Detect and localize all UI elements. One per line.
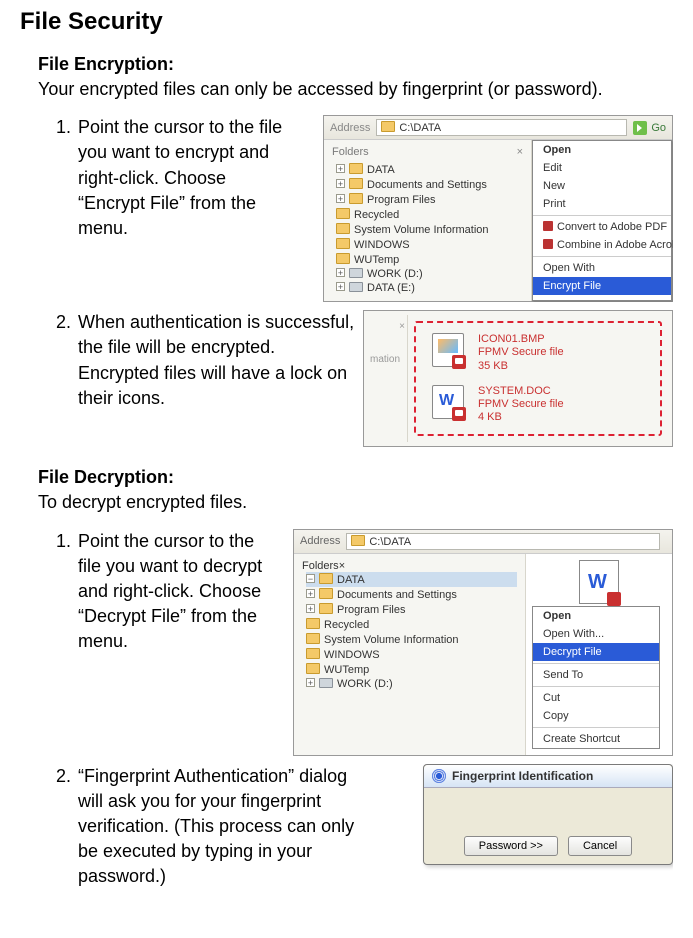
go-icon[interactable] [633, 121, 647, 135]
tree-item[interactable]: +WORK (D:) [336, 267, 523, 281]
step-item: 1.Point the cursor to the file you want … [56, 529, 268, 655]
menu-open-with[interactable]: Open With... [533, 625, 659, 643]
tree-item[interactable]: WUTemp [336, 252, 523, 267]
menu-send-to[interactable]: Send To [533, 666, 659, 684]
decryption-section: File Decryption: To decrypt encrypted fi… [38, 467, 673, 897]
tree-item[interactable]: +Program Files [336, 192, 523, 207]
encryption-desc: Your encrypted files can only be accesse… [38, 77, 673, 101]
lock-icon [452, 355, 466, 369]
file-info: ICON01.BMP FPMV Secure file 35 KB [478, 333, 564, 373]
step-item: 2.“Fingerprint Authentication” dialog wi… [56, 764, 356, 890]
tree-item[interactable]: +WORK (D:) [306, 677, 517, 691]
go-label[interactable]: Go [651, 122, 666, 134]
address-path: C:\DATA [399, 122, 441, 134]
folder-icon [351, 535, 365, 546]
close-icon[interactable]: × [517, 146, 523, 158]
close-icon[interactable]: × [339, 560, 345, 572]
address-label: Address [300, 535, 340, 547]
address-path: C:\DATA [369, 536, 411, 548]
step-item: 2.When authentication is successful, the… [56, 310, 356, 411]
close-icon[interactable]: × [399, 321, 405, 332]
tree-item[interactable]: +Documents and Settings [336, 177, 523, 192]
menu-open-with[interactable]: Open With [533, 259, 671, 277]
step-item: 1.Point the cursor to the file you want … [56, 115, 286, 241]
menu-edit[interactable]: Edit [533, 159, 671, 177]
doc-file-icon[interactable] [579, 560, 619, 604]
tree-item[interactable]: WINDOWS [336, 237, 523, 252]
menu-print[interactable]: Print [533, 195, 671, 213]
context-menu-decrypt: Open Open With... Decrypt File Send To C… [532, 606, 660, 749]
menu-combine-acrobat[interactable]: Combine in Adobe Acrobat... [533, 236, 671, 254]
tree-item[interactable]: +Program Files [306, 602, 517, 617]
fingerprint-icon [432, 769, 446, 783]
menu-create-shortcut[interactable]: Create Shortcut [533, 730, 659, 748]
menu-decrypt-file[interactable]: Decrypt File [533, 643, 659, 661]
menu-convert-pdf[interactable]: Convert to Adobe PDF [533, 218, 671, 236]
dialog-title: Fingerprint Identification [452, 769, 593, 783]
encryption-section: File Encryption: Your encrypted files ca… [38, 54, 673, 447]
menu-copy[interactable]: Copy [533, 707, 659, 725]
file-info: SYSTEM.DOC FPMV Secure file 4 KB [478, 385, 564, 425]
pdf-icon [543, 239, 553, 249]
menu-new[interactable]: New [533, 177, 671, 195]
folders-pane-label: Folders [332, 146, 369, 158]
tree-item[interactable]: System Volume Information [306, 632, 517, 647]
encrypted-files-screenshot: ×mation ICON01.BMP FPMV Secure file 35 K… [363, 310, 673, 447]
encryption-heading: File Encryption: [38, 54, 673, 75]
fingerprint-dialog: Fingerprint Identification Password >> C… [423, 764, 673, 865]
menu-open[interactable]: Open [533, 607, 659, 625]
tree-item[interactable]: Recycled [306, 617, 517, 632]
encrypt-explorer-screenshot: Address C:\DATA Go Folders × +DATA +Docum… [323, 115, 673, 302]
bmp-file-icon[interactable] [432, 333, 464, 367]
tree-item[interactable]: WINDOWS [306, 647, 517, 662]
address-label: Address [330, 122, 370, 134]
tree-item[interactable]: WUTemp [306, 662, 517, 677]
tree-item[interactable]: System Volume Information [336, 222, 523, 237]
folder-icon [381, 121, 395, 132]
cancel-button[interactable]: Cancel [568, 836, 632, 856]
pdf-icon [543, 221, 553, 231]
tree-item[interactable]: +DATA (E:) [336, 281, 523, 295]
menu-encrypt-file[interactable]: Encrypt File [533, 277, 671, 295]
menu-cut[interactable]: Cut [533, 689, 659, 707]
lock-icon [607, 592, 621, 606]
menu-open[interactable]: Open [533, 141, 671, 159]
page-title: File Security [20, 8, 673, 36]
password-button[interactable]: Password >> [464, 836, 558, 856]
context-menu-encrypt: Open Edit New Print Convert to Adobe PDF… [532, 140, 672, 301]
tree-item[interactable]: +DATA [336, 162, 523, 177]
tree-item[interactable]: Recycled [336, 207, 523, 222]
decryption-heading: File Decryption: [38, 467, 673, 488]
lock-icon [452, 407, 466, 421]
decryption-desc: To decrypt encrypted files. [38, 490, 673, 514]
folders-pane-label: Folders [302, 560, 339, 572]
tree-item[interactable]: −DATA [306, 572, 517, 587]
tree-item[interactable]: +Documents and Settings [306, 587, 517, 602]
doc-file-icon[interactable] [432, 385, 464, 419]
decrypt-explorer-screenshot: Address C:\DATA Folders× −DATA +Document… [293, 529, 673, 756]
